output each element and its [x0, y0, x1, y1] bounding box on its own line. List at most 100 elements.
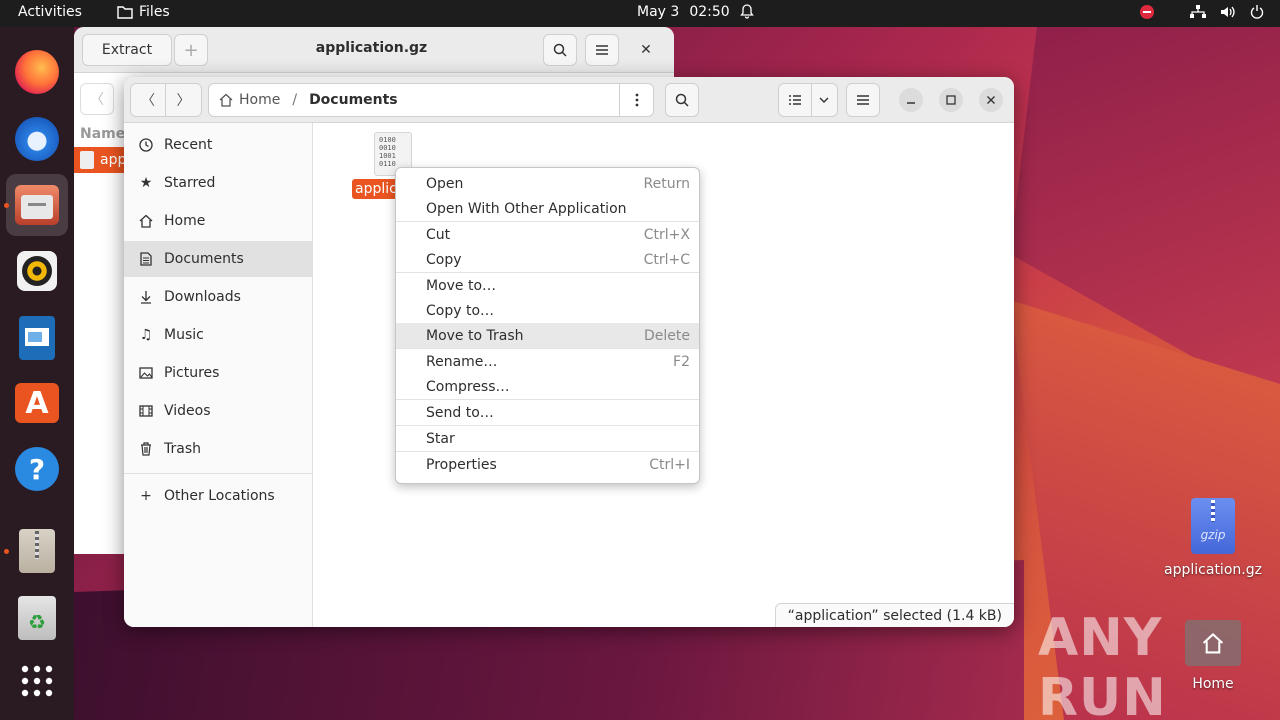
sidebar-item-videos[interactable]: Videos [124, 393, 312, 429]
firefox-icon [15, 50, 59, 94]
sidebar-item-label: Trash [164, 441, 201, 457]
minimize-icon [907, 102, 915, 104]
chevron-left-icon: 〈 [90, 92, 104, 108]
menu-item-move-to[interactable]: Move to… [396, 273, 699, 298]
menu-item-accel: Return [643, 175, 690, 192]
search-icon [675, 93, 689, 107]
sidebar-item-home[interactable]: Home [124, 203, 312, 239]
menu-item-star[interactable]: Star [396, 426, 699, 451]
network-icon [1190, 5, 1206, 18]
view-buttons [778, 83, 838, 117]
dock-show-apps[interactable] [13, 657, 61, 705]
sidebar-item-documents[interactable]: Documents [124, 241, 312, 277]
maximize-button[interactable] [939, 88, 963, 112]
app-menu[interactable]: Files [117, 4, 170, 20]
sidebar-item-label: Other Locations [164, 488, 275, 504]
menu-item-cut[interactable]: Cut Ctrl+X [396, 222, 699, 247]
view-options-button[interactable] [812, 84, 837, 116]
menu-item-copy-to[interactable]: Copy to… [396, 298, 699, 323]
archive-back-button[interactable]: 〈 [80, 83, 114, 115]
sidebar-item-pictures[interactable]: Pictures [124, 355, 312, 391]
music-icon: ♫ [139, 327, 153, 343]
sidebar-item-label: Music [164, 327, 204, 343]
add-files-button[interactable]: + [174, 34, 208, 66]
desktop-archive-file[interactable]: gzip application.gz [1160, 498, 1266, 578]
dock-rhythmbox[interactable] [13, 247, 61, 295]
path-current[interactable]: Documents [309, 92, 398, 108]
extract-button[interactable]: Extract [82, 34, 172, 66]
top-bar: Activities Files May 3 02:50 [0, 0, 1280, 27]
menu-item-send-to[interactable]: Send to… [396, 400, 699, 425]
file-icon-bits: 1001 [379, 152, 396, 160]
power-icon [1250, 5, 1264, 19]
dock-software[interactable]: A [13, 379, 61, 427]
sidebar-item-other-locations[interactable]: + Other Locations [124, 478, 312, 514]
desktop-home-folder[interactable]: Home [1178, 620, 1248, 692]
thunderbird-icon [15, 117, 59, 161]
menu-item-accel: Ctrl+C [643, 251, 690, 268]
menu-item-copy[interactable]: Copy Ctrl+C [396, 247, 699, 272]
dock-firefox[interactable] [13, 48, 61, 96]
hamburger-icon [857, 95, 869, 105]
menu-item-move-to-trash[interactable]: Move to Trash Delete [396, 323, 699, 348]
path-menu-button[interactable] [619, 84, 653, 116]
menu-item-rename[interactable]: Rename… F2 [396, 349, 699, 374]
sidebar-divider [124, 473, 312, 474]
menu-item-open[interactable]: Open Return [396, 171, 699, 196]
home-folder-icon [1185, 620, 1241, 666]
clock[interactable]: May 3 02:50 [637, 4, 754, 20]
menu-item-label: Open [426, 175, 464, 192]
clock-icon [138, 137, 154, 153]
chevron-right-icon: 〉 [176, 93, 191, 109]
menu-item-label: Move to Trash [426, 327, 524, 344]
dock-archive-manager[interactable] [13, 527, 61, 575]
chevron-down-icon [819, 97, 829, 103]
sidebar-item-starred[interactable]: ★ Starred [124, 165, 312, 201]
search-button[interactable] [665, 83, 699, 117]
system-tray[interactable] [1140, 5, 1264, 19]
sidebar-item-music[interactable]: ♫ Music [124, 317, 312, 353]
context-menu: Open Return Open With Other Application C… [395, 167, 700, 484]
archive-row-label: app [100, 152, 127, 168]
archive-close-button[interactable]: ✕ [636, 40, 656, 60]
maximize-icon [946, 95, 956, 105]
menu-item-label: Move to… [426, 277, 497, 294]
menu-item-label: Cut [426, 226, 451, 243]
plus-icon: + [183, 39, 199, 61]
chevron-left-icon: 〈 [141, 93, 155, 109]
menu-item-compress[interactable]: Compress… [396, 374, 699, 399]
list-view-button[interactable] [779, 84, 812, 116]
close-button[interactable] [979, 88, 1003, 112]
sidebar-item-trash[interactable]: Trash [124, 431, 312, 467]
dock-help[interactable]: ? [13, 445, 61, 493]
more-vertical-icon [635, 93, 638, 107]
dock-writer[interactable] [13, 314, 61, 362]
sidebar-item-recent[interactable]: Recent [124, 127, 312, 163]
archive-menu-button[interactable] [585, 34, 619, 66]
menu-item-open-with[interactable]: Open With Other Application [396, 196, 699, 221]
activities-button[interactable]: Activities [18, 4, 82, 20]
file-name-label[interactable]: applic [352, 179, 400, 199]
menu-item-properties[interactable]: Properties Ctrl+I [396, 452, 699, 477]
path-home[interactable]: Home [209, 92, 280, 108]
menu-item-accel: F2 [673, 353, 690, 370]
archive-title: application.gz [315, 40, 428, 56]
menu-item-label: Copy to… [426, 302, 495, 319]
file-icon-bits: 0010 [379, 144, 396, 152]
sidebar: Recent ★ Starred Home Documents Download… [124, 123, 313, 627]
file-icon-bits: 0100 [379, 136, 396, 144]
dock-trash[interactable]: ♻ [13, 594, 61, 642]
back-button[interactable]: 〈 [131, 84, 167, 116]
forward-button[interactable]: 〉 [166, 84, 201, 116]
archive-search-button[interactable] [543, 34, 577, 66]
menu-item-label: Copy [426, 251, 462, 268]
main-menu-button[interactable] [846, 83, 880, 117]
sidebar-item-label: Documents [164, 251, 244, 267]
dock-thunderbird[interactable] [13, 115, 61, 163]
sidebar-item-downloads[interactable]: Downloads [124, 279, 312, 315]
dock-files[interactable] [6, 174, 68, 236]
minimize-button[interactable] [899, 88, 923, 112]
app-name: Files [139, 4, 170, 20]
running-indicator [4, 549, 9, 554]
path-bar: Home / Documents [208, 83, 654, 117]
